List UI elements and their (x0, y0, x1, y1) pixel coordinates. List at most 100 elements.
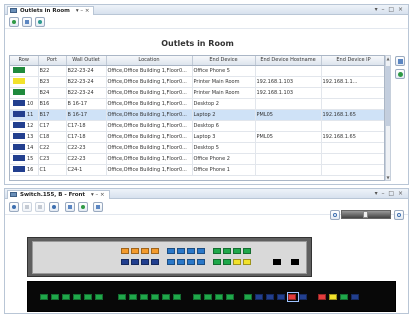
table-row[interactable]: 12 C17 C17-18 Office,Office Building 1,Floo… (10, 120, 384, 132)
switch-port[interactable] (193, 294, 201, 300)
switch-port[interactable] (255, 294, 263, 300)
switch-port[interactable] (121, 259, 129, 265)
switch-port[interactable] (151, 248, 159, 254)
switch-port[interactable] (84, 294, 92, 300)
table-row[interactable]: B22 B22-23-24 Office,Office Building 1,Flo… (10, 65, 384, 77)
scroll-down-icon[interactable]: ▼ (386, 175, 390, 180)
tab-controls[interactable]: ▾ – × (91, 192, 105, 198)
switch-port[interactable] (318, 294, 326, 300)
switch-port[interactable] (233, 248, 241, 254)
scroll-thumb[interactable] (386, 66, 390, 126)
switch-port[interactable] (215, 294, 223, 300)
switch-port[interactable] (167, 259, 175, 265)
zoom-out-button[interactable] (330, 210, 340, 220)
switch-port[interactable] (226, 294, 234, 300)
table-row[interactable]: 14 C22 C22-23 Office,Office Building 1,Floo… (10, 142, 384, 154)
switch-port[interactable] (244, 294, 252, 300)
switch-port[interactable] (129, 294, 137, 300)
switch-port[interactable] (197, 248, 205, 254)
switch-port[interactable] (141, 248, 149, 254)
switch-port[interactable] (277, 294, 285, 300)
switch-port[interactable] (243, 248, 251, 254)
view-button[interactable] (65, 202, 75, 212)
link-button[interactable] (35, 17, 45, 27)
export-button[interactable] (93, 202, 103, 212)
column-header[interactable]: Row (10, 56, 39, 66)
window-controls[interactable]: ▾ – □ × (375, 6, 404, 13)
switch-port[interactable] (233, 259, 241, 265)
table-row[interactable]: 15 C23 C22-23 Office,Office Building 1,Floo… (10, 153, 384, 165)
switch-port[interactable] (131, 248, 139, 254)
switch-port[interactable] (51, 294, 59, 300)
switch-port[interactable] (173, 294, 181, 300)
table-row[interactable]: 10 B16 B 16-17 Office,Office Building 1,Flo… (10, 98, 384, 110)
user-button[interactable] (9, 202, 19, 212)
column-header[interactable]: End Device IP (321, 56, 384, 66)
column-header[interactable]: Wall Outlet (66, 56, 107, 66)
window-controls[interactable]: ▾ – □ × (375, 190, 404, 197)
row-color-swatch (13, 122, 25, 129)
column-header[interactable]: End Device Hostname (255, 56, 322, 66)
tab-switch-front[interactable]: Switch.155, B - Front ▾ – × (7, 190, 110, 199)
switch-port[interactable] (121, 248, 129, 254)
tab-outlets-in-room[interactable]: Outlets in Room ▾ – × (7, 6, 95, 15)
switch-port[interactable] (141, 259, 149, 265)
switch-port[interactable] (131, 259, 139, 265)
table-row[interactable]: B24 B22-23-24 Office,Office Building 1,Flo… (10, 87, 384, 99)
switch-port[interactable] (340, 294, 348, 300)
switch-port[interactable] (329, 294, 337, 300)
switch-port[interactable] (213, 248, 221, 254)
forward-button[interactable] (35, 202, 45, 212)
network-button[interactable] (78, 202, 88, 212)
row-cell: 11 (10, 109, 39, 121)
switch-port[interactable] (187, 259, 195, 265)
table-row[interactable]: 13 C18 C17-18 Office,Office Building 1,Floo… (10, 131, 384, 143)
cell-outlet: C22-23 (66, 142, 107, 154)
switch-port[interactable] (162, 294, 170, 300)
switch-port[interactable] (151, 294, 159, 300)
export-button[interactable] (22, 17, 32, 27)
switch-port[interactable] (223, 259, 231, 265)
switch-port[interactable] (140, 294, 148, 300)
switch-port[interactable] (266, 294, 274, 300)
switch-port[interactable] (118, 294, 126, 300)
column-header[interactable]: Port (38, 56, 67, 66)
switch-port[interactable] (73, 294, 81, 300)
details-button[interactable] (395, 56, 405, 66)
scroll-up-icon[interactable]: ▲ (386, 56, 390, 61)
switch-port[interactable] (243, 259, 251, 265)
refresh-button[interactable] (49, 202, 59, 212)
switch-port[interactable] (177, 248, 185, 254)
row-color-swatch (13, 78, 25, 85)
switch-port[interactable] (351, 294, 359, 300)
table-row[interactable]: 16 C1 C24-1 Office,Office Building 1,Floor0… (10, 164, 384, 176)
chassis-faceplate (32, 241, 307, 274)
switch-port[interactable] (299, 294, 307, 300)
switch-port[interactable] (167, 248, 175, 254)
switch-port[interactable] (177, 259, 185, 265)
switch-port[interactable] (187, 248, 195, 254)
switch-port[interactable] (204, 294, 212, 300)
back-button[interactable] (22, 202, 32, 212)
zoom-in-button[interactable] (394, 210, 404, 220)
zoom-slider-thumb[interactable] (363, 211, 368, 218)
column-header[interactable]: Location (106, 56, 193, 66)
vertical-scrollbar[interactable]: ▲ ▼ (385, 55, 391, 181)
switch-port[interactable] (223, 248, 231, 254)
column-header[interactable]: End Device (192, 56, 256, 66)
switch-port[interactable] (151, 259, 159, 265)
table-row[interactable]: B23 B22-23-24 Office,Office Building 1,Flo… (10, 76, 384, 88)
switch-port[interactable] (62, 294, 70, 300)
cell-device: Desktop 6 (192, 120, 256, 132)
switch-port[interactable] (95, 294, 103, 300)
network-button[interactable] (395, 69, 405, 79)
uplink-port[interactable] (291, 259, 299, 265)
table-row[interactable]: 11 B17 B 16-17 Office,Office Building 1,Flo… (10, 109, 384, 121)
refresh-button[interactable] (9, 17, 19, 27)
switch-port[interactable] (197, 259, 205, 265)
switch-port[interactable] (213, 259, 221, 265)
switch-port[interactable] (40, 294, 48, 300)
uplink-port[interactable] (273, 259, 281, 265)
tab-controls[interactable]: ▾ – × (76, 8, 90, 14)
zoom-slider[interactable] (341, 210, 391, 219)
